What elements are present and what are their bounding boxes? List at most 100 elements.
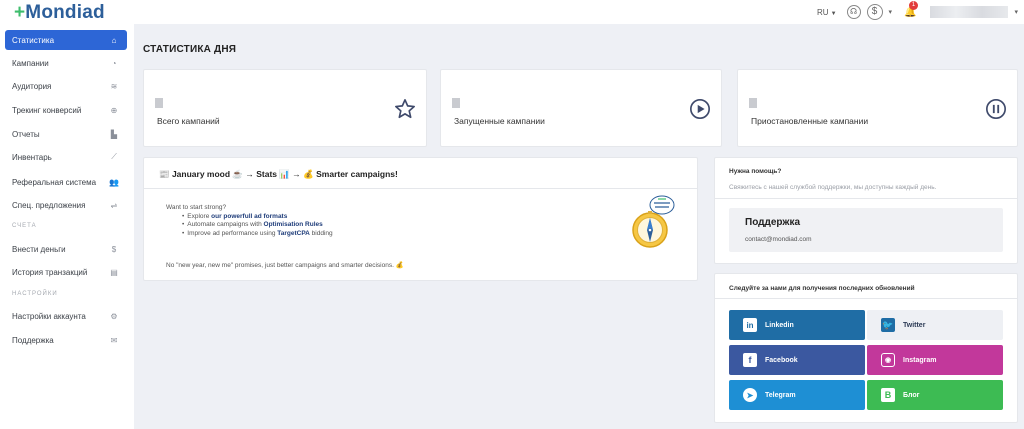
promo-body: Want to start strong? Explore our powerf… (166, 204, 333, 238)
stat-label: Всего кампаний (157, 116, 220, 126)
promo-bullet-text: Explore (187, 212, 212, 220)
top-bar: +Mondiad RU ▼ ☊ $ ▾ 🔔 1 ▾ (0, 0, 1024, 24)
layers-icon: ≋ (110, 81, 118, 91)
promo-closing: No "new year, new me" promises, just bet… (166, 262, 404, 269)
sidebar-item-referral[interactable]: Реферальная система 👥 (5, 172, 127, 192)
handshake-icon: ⇌ (110, 200, 118, 210)
sidebar-item-special-offers[interactable]: Спец. предложения ⇌ (5, 195, 127, 215)
home-icon: ⌂ (111, 35, 117, 45)
language-value: RU (817, 7, 829, 17)
mail-icon: ✉ (110, 335, 118, 345)
target-cpa-link[interactable]: TargetCPA (277, 230, 310, 237)
stat-value-placeholder (749, 98, 757, 108)
divider (715, 198, 1017, 199)
logo-text: Mondiad (25, 2, 105, 23)
stat-value-placeholder (452, 98, 460, 108)
sidebar-item-audience[interactable]: Аудитория ≋ (5, 76, 127, 96)
pause-icon (986, 99, 1006, 119)
notification-badge: 1 (909, 0, 919, 10)
mondiad-logo[interactable]: +Mondiad (14, 2, 105, 24)
sidebar-item-reports[interactable]: Отчеты ▙ (5, 124, 127, 144)
sidebar-item-label: Трекинг конверсий (12, 105, 82, 115)
sidebar-item-support[interactable]: Поддержка ✉ (5, 330, 127, 350)
sidebar-item-label: Кампании (12, 58, 49, 68)
sidebar-item-label: Реферальная система (12, 177, 97, 187)
promo-bullet: Explore our powerfull ad formats (182, 213, 333, 222)
wallet-icon: ▤ (110, 267, 118, 277)
balance-icon[interactable]: $ (866, 4, 883, 20)
linkedin-label: Linkedin (765, 321, 794, 329)
sidebar-item-label: Инвентарь (12, 152, 52, 162)
compass-illustration-icon (632, 195, 675, 248)
stat-card-paused: Приостановленные кампании (737, 69, 1018, 147)
telegram-icon: ➤ (743, 388, 757, 402)
sidebar: Статистика ⌂ Кампании ◔ Аудитория ≋ Трек… (0, 24, 134, 429)
bar-chart-icon: ▙ (110, 129, 118, 139)
stat-card-total: Всего кампаний (143, 69, 427, 147)
line-chart-icon: ⟋ (111, 152, 117, 161)
promo-intro: Want to start strong? (166, 204, 227, 211)
section-settings: НАСТРОЙКИ (12, 291, 58, 297)
sidebar-item-label: Отчеты (12, 129, 40, 139)
stat-label: Запущенные кампании (454, 116, 545, 126)
instagram-label: Instagram (903, 356, 937, 364)
social-card: Следуйте за нами для получения последних… (714, 273, 1018, 423)
section-accounts: СЧЕТА (12, 223, 37, 229)
telegram-button[interactable]: ➤ Telegram (729, 380, 865, 410)
notifications-bell-icon[interactable]: 🔔 1 (904, 0, 919, 18)
sidebar-item-statistics[interactable]: Статистика ⌂ (5, 30, 127, 50)
top-right-controls: RU ▼ ☊ $ ▾ 🔔 1 ▾ (817, 0, 1024, 21)
sidebar-item-inventory[interactable]: Инвентарь ⟋ (5, 147, 127, 167)
promo-list: Explore our powerfull ad formats Automat… (166, 213, 333, 239)
blog-button[interactable]: B Блог (867, 380, 1003, 410)
user-account-menu[interactable] (930, 6, 1009, 18)
instagram-button[interactable]: ◉ Instagram (867, 345, 1003, 375)
stat-card-running: Запущенные кампании (440, 69, 722, 147)
user-caret-icon[interactable]: ▾ (1014, 8, 1018, 16)
sidebar-item-label: Статистика (12, 35, 55, 45)
twitter-label: Twitter (903, 321, 926, 329)
sidebar-item-label: Поддержка (12, 335, 54, 345)
stat-value-placeholder (155, 98, 163, 108)
support-title: Поддержка (745, 217, 801, 228)
sidebar-item-account-settings[interactable]: Настройки аккаунта ⚙ (5, 306, 127, 326)
facebook-label: Facebook (765, 356, 798, 364)
sidebar-item-campaigns[interactable]: Кампании ◔ (5, 53, 127, 73)
sidebar-item-conversion-tracking[interactable]: Трекинг конверсий ⊕ (5, 100, 127, 120)
dollar-icon: $ (111, 244, 117, 254)
sidebar-item-label: Настройки аккаунта (12, 311, 86, 321)
divider (144, 188, 697, 189)
promo-bullet-text: bidding (309, 229, 333, 237)
balance-caret-icon[interactable]: ▾ (889, 8, 893, 16)
sidebar-item-deposit[interactable]: Внести деньги $ (5, 239, 127, 259)
blog-label: Блог (903, 391, 920, 399)
promo-bullet: Automate campaigns with Optimisation Rul… (182, 221, 333, 230)
stat-label: Приостановленные кампании (751, 116, 869, 126)
optimisation-rules-link[interactable]: Optimisation Rules (264, 221, 323, 228)
sidebar-item-label: Спец. предложения (12, 200, 86, 210)
linkedin-icon: in (743, 318, 757, 332)
ad-formats-link[interactable]: our powerfull ad formats (211, 213, 287, 220)
support-email-link[interactable]: contact@mondiad.com (745, 236, 812, 243)
divider (715, 298, 1017, 299)
chevron-down-icon: ▼ (830, 10, 837, 17)
facebook-button[interactable]: f Facebook (729, 345, 865, 375)
twitter-icon: 🐦 (881, 318, 895, 332)
pie-icon: ◔ (111, 58, 117, 68)
language-select[interactable]: RU ▼ (817, 8, 837, 17)
facebook-icon: f (743, 353, 757, 367)
headset-icon[interactable]: ☊ (846, 5, 861, 19)
globe-icon: ⊕ (110, 105, 118, 115)
promo-card: 📰 January mood ☕ → Stats 📊 → 💰 Smarter c… (143, 157, 698, 281)
promo-bullet: Improve ad performance using TargetCPA b… (182, 229, 333, 239)
sidebar-item-transactions[interactable]: История транзакций ▤ (5, 262, 127, 282)
follow-title: Следуйте за нами для получения последних… (729, 285, 915, 292)
telegram-label: Telegram (765, 391, 796, 399)
gears-icon: ⚙ (110, 311, 118, 321)
help-subtitle: Свяжитесь с нашей службой поддержки, мы … (729, 184, 937, 191)
twitter-button[interactable]: 🐦 Twitter (867, 310, 1003, 340)
linkedin-button[interactable]: in Linkedin (729, 310, 865, 340)
sidebar-item-label: Внести деньги (12, 244, 66, 254)
sidebar-item-label: История транзакций (12, 267, 88, 277)
promo-bullet-text: Improve ad performance using (187, 229, 278, 237)
